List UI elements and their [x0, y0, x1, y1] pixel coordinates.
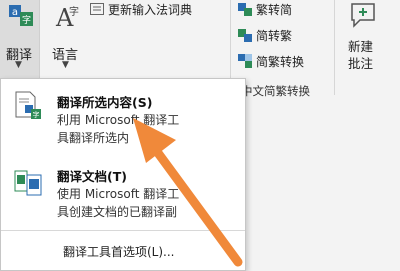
svg-text:a: a: [12, 7, 18, 18]
trad-to-simp-label: 繁转简: [256, 2, 293, 17]
translate-document-desc-line1: 使用 Microsoft 翻译工: [57, 187, 180, 201]
translate-button[interactable]: a 字 翻译 ▼: [0, 0, 40, 78]
simp-to-trad-button[interactable]: 简转繁: [238, 26, 292, 44]
simp-trad-convert-button[interactable]: 简繁转换: [238, 52, 304, 70]
language-icon: A 字: [55, 4, 79, 32]
translate-selection-icon: 字: [15, 91, 41, 119]
translate-dropdown-menu: 字 翻译所选内容(S) 利用 Microsoft 翻译工 具翻译所选内 翻译文档…: [0, 78, 246, 271]
translate-selection-title: 翻译所选内容(S): [57, 95, 153, 110]
trad-to-simp-button[interactable]: 繁转简: [238, 0, 292, 18]
simp-trad-convert-label: 简繁转换: [256, 54, 305, 69]
simp-to-trad-label: 简转繁: [256, 28, 293, 43]
update-ime-dict-button[interactable]: 更新输入法词典: [90, 0, 192, 18]
menu-item-translate-selection[interactable]: 字 翻译所选内容(S) 利用 Microsoft 翻译工 具翻译所选内: [1, 79, 245, 154]
simp-to-trad-icon: [238, 29, 252, 42]
new-comment-button[interactable]: 新建 批注: [342, 0, 386, 78]
svg-text:字: 字: [33, 110, 40, 119]
menu-item-translate-document[interactable]: 翻译文档(T) 使用 Microsoft 翻译工 具创建文档的已翻译副: [1, 155, 245, 230]
trad-to-simp-icon: [238, 3, 252, 16]
chinese-conversion-group-label: 中文简繁转换: [241, 84, 310, 98]
new-comment-icon: [351, 3, 375, 28]
simp-trad-convert-icon: [238, 54, 252, 68]
new-comment-label-line1: 新建: [348, 39, 374, 54]
dictionary-icon: [90, 3, 104, 15]
update-ime-dict-label: 更新输入法词典: [108, 2, 193, 17]
translate-selection-desc-line1: 利用 Microsoft 翻译工: [57, 113, 180, 127]
new-comment-label-line2: 批注: [348, 56, 374, 71]
translate-icon: a 字: [9, 5, 33, 26]
translate-document-title: 翻译文档(T): [57, 169, 127, 184]
translate-document-desc-line2: 具创建文档的已翻译副: [57, 205, 178, 219]
chevron-down-icon[interactable]: ▼: [62, 60, 69, 70]
svg-text:字: 字: [69, 5, 79, 18]
new-comment-label: 新建 批注: [348, 38, 373, 72]
ribbon-separator: [334, 0, 335, 95]
translator-preferences-label: 翻译工具首选项(L)...: [63, 245, 175, 259]
language-button[interactable]: A 字 语言 ▼: [48, 0, 86, 78]
translate-document-icon: [14, 170, 42, 196]
svg-text:字: 字: [22, 14, 31, 26]
translate-selection-desc-line2: 具翻译所选内: [57, 131, 130, 145]
chevron-down-icon[interactable]: ▼: [15, 60, 22, 70]
menu-item-translator-preferences[interactable]: 翻译工具首选项(L)...: [1, 231, 245, 271]
